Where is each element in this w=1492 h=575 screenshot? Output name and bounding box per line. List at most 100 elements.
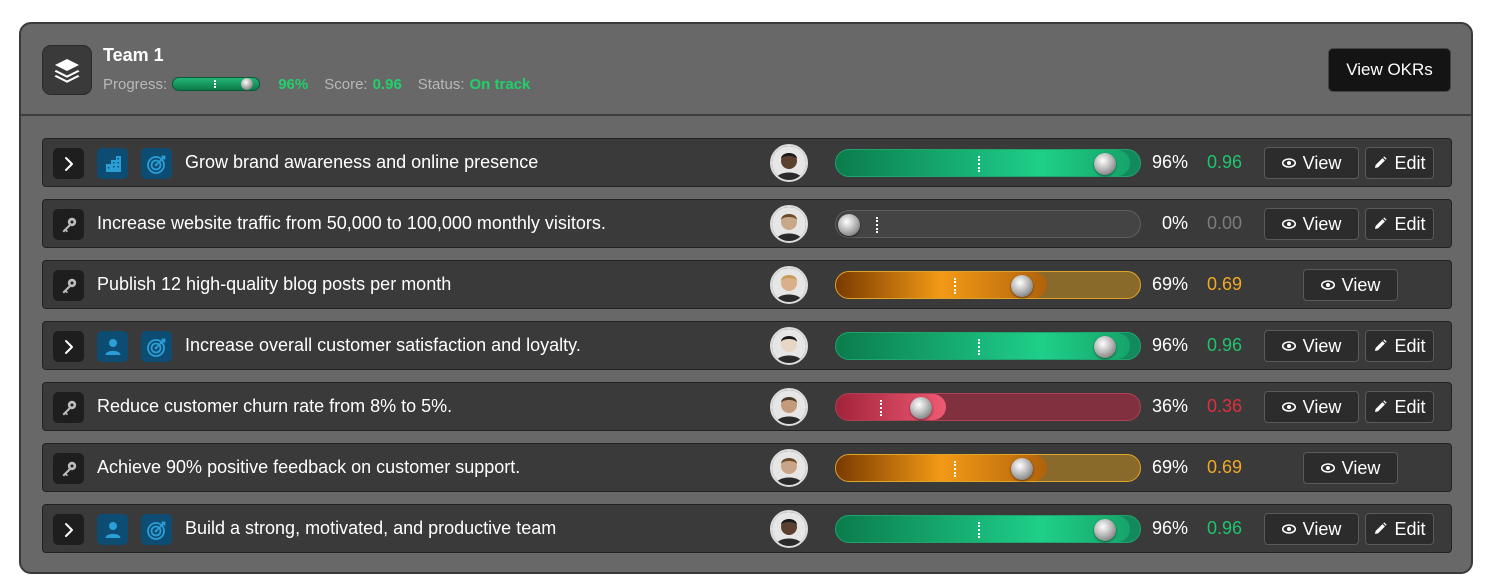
view-button[interactable]: View (1264, 513, 1359, 545)
row-title[interactable]: Publish 12 high-quality blog posts per m… (97, 261, 451, 308)
target-marker (954, 461, 956, 477)
expand-chevron-icon[interactable] (53, 148, 84, 179)
team-header: Team 1 Progress: 96% Score: 0.96 Status:… (21, 24, 1471, 116)
objective-row: Increase overall customer satisfaction a… (42, 321, 1452, 370)
score-label: Score: (324, 75, 368, 93)
status-value: On track (469, 75, 531, 93)
view-button[interactable]: View (1303, 269, 1398, 301)
edit-label: Edit (1394, 335, 1426, 356)
score-value: 0.96 (1207, 335, 1243, 355)
key-result-row: Publish 12 high-quality blog posts per m… (42, 260, 1452, 309)
progress-knob[interactable] (1094, 153, 1116, 175)
view-label: View (1341, 274, 1381, 295)
progress-knob[interactable] (838, 214, 860, 236)
target-marker (978, 522, 980, 538)
pencil-icon (1373, 156, 1388, 170)
progress-bar (835, 454, 1141, 482)
row-title[interactable]: Increase website traffic from 50,000 to … (97, 200, 606, 247)
key-icon (53, 392, 84, 423)
progress-percent: 96% (1151, 152, 1188, 172)
expand-chevron-icon[interactable] (53, 514, 84, 545)
row-title[interactable]: Build a strong, motivated, and productiv… (185, 505, 556, 552)
owner-avatar[interactable] (770, 327, 808, 365)
progress-fill (836, 333, 1130, 359)
progress-bar (835, 210, 1141, 238)
row-title[interactable]: Achieve 90% positive feedback on custome… (97, 444, 520, 491)
target-marker (880, 400, 882, 416)
owner-avatar[interactable] (770, 205, 808, 243)
progress-bar (835, 515, 1141, 543)
progress-percent: 36% (1151, 396, 1188, 416)
progress-fill (836, 150, 1130, 176)
key-icon (53, 209, 84, 240)
eye-icon (1281, 341, 1296, 351)
view-button[interactable]: View (1303, 452, 1398, 484)
target-marker (876, 217, 878, 233)
target-marker (954, 278, 956, 294)
target-marker (214, 80, 217, 88)
pencil-icon (1373, 400, 1388, 414)
progress-percent: 69% (1151, 457, 1188, 477)
target-marker (978, 339, 980, 355)
owner-avatar[interactable] (770, 510, 808, 548)
expand-chevron-icon[interactable] (53, 331, 84, 362)
score-value: 0.96 (1207, 518, 1243, 538)
progress-bar (835, 271, 1141, 299)
person-icon (97, 331, 128, 362)
view-okrs-button[interactable]: View OKRs (1328, 48, 1451, 92)
edit-button[interactable]: Edit (1365, 513, 1434, 545)
team-meta: Progress: 96% Score: 0.96 Status: On tra… (103, 75, 546, 93)
row-title[interactable]: Grow brand awareness and online presence (185, 139, 538, 186)
progress-knob[interactable] (1094, 519, 1116, 541)
progress-knob (241, 78, 254, 90)
progress-knob[interactable] (1011, 458, 1033, 480)
progress-percent: 69% (1151, 274, 1188, 294)
key-result-row: Reduce customer churn rate from 8% to 5%… (42, 382, 1452, 431)
edit-label: Edit (1394, 396, 1426, 417)
pencil-icon (1373, 522, 1388, 536)
edit-button[interactable]: Edit (1365, 208, 1434, 240)
progress-bar (835, 149, 1141, 177)
score-value: 0.36 (1207, 396, 1243, 416)
edit-button[interactable]: Edit (1365, 391, 1434, 423)
view-button[interactable]: View (1264, 330, 1359, 362)
building-icon (97, 148, 128, 179)
view-label: View (1302, 152, 1342, 173)
key-icon (53, 270, 84, 301)
person-icon (97, 514, 128, 545)
progress-bar (835, 332, 1141, 360)
owner-avatar[interactable] (770, 266, 808, 304)
row-title[interactable]: Reduce customer churn rate from 8% to 5%… (97, 383, 452, 430)
score-value: 0.69 (1207, 457, 1243, 477)
eye-icon (1320, 280, 1335, 290)
owner-avatar[interactable] (770, 449, 808, 487)
progress-bar (835, 393, 1141, 421)
progress-knob[interactable] (1094, 336, 1116, 358)
target-marker (978, 156, 980, 172)
score-value: 0.69 (1207, 274, 1243, 294)
key-result-row: Achieve 90% positive feedback on custome… (42, 443, 1452, 492)
progress-knob[interactable] (910, 397, 932, 419)
edit-button[interactable]: Edit (1365, 330, 1434, 362)
progress-knob[interactable] (1011, 275, 1033, 297)
view-label: View (1302, 518, 1342, 539)
view-button[interactable]: View (1264, 208, 1359, 240)
view-button[interactable]: View (1264, 147, 1359, 179)
pencil-icon (1373, 217, 1388, 231)
team-okr-panel: Team 1 Progress: 96% Score: 0.96 Status:… (19, 22, 1473, 574)
target-icon (141, 514, 172, 545)
target-icon (141, 148, 172, 179)
owner-avatar[interactable] (770, 388, 808, 426)
eye-icon (1281, 524, 1296, 534)
target-icon (141, 331, 172, 362)
team-progress-bar (172, 77, 261, 91)
score-value: 0.96 (372, 75, 402, 93)
row-title[interactable]: Increase overall customer satisfaction a… (185, 322, 581, 369)
view-label: View (1302, 335, 1342, 356)
pencil-icon (1373, 339, 1388, 353)
view-button[interactable]: View (1264, 391, 1359, 423)
owner-avatar[interactable] (770, 144, 808, 182)
eye-icon (1281, 402, 1296, 412)
progress-fill (836, 516, 1130, 542)
edit-button[interactable]: Edit (1365, 147, 1434, 179)
